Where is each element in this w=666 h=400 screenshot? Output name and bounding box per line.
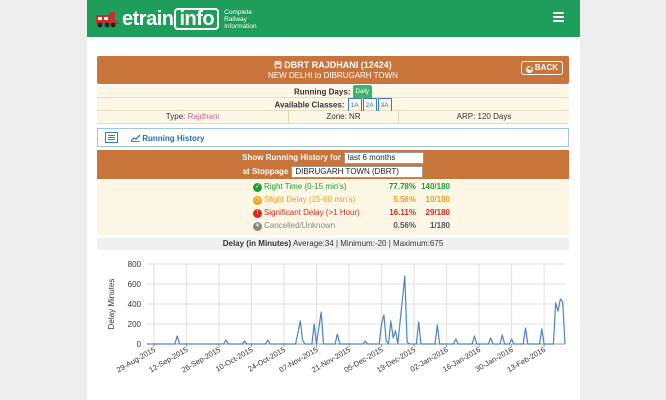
y-tick-label: 600	[128, 280, 142, 289]
delay-line-chart: 0200400600800Delay Minutes29-Aug-201512-…	[107, 260, 566, 374]
back-button[interactable]: ◀ BACK	[520, 61, 563, 75]
stat-slight-delay: ◷ Slight Delay (15-60 min's) 5.56% 10/18…	[253, 195, 450, 205]
train-header: DBRT RAJDHANI (12424) NEW DELHI to DIBRU…	[97, 56, 569, 84]
running-days-label: Running Days:	[293, 87, 351, 97]
type-cell: Type: Rajdhani	[97, 111, 289, 123]
cancel-circle-icon: ×	[253, 222, 262, 231]
logo-text: etrain info	[122, 8, 220, 30]
list-icon[interactable]	[105, 132, 118, 143]
site-logo[interactable]: etrain info Complete Railway Information	[95, 6, 257, 32]
zone-cell: Zone: NR	[289, 111, 399, 123]
running-history-bar: Running History	[97, 128, 569, 147]
stoppage-select[interactable]: DIBRUGARH TOWN (DBRT)	[291, 166, 424, 178]
y-tick-label: 400	[128, 300, 142, 309]
type-link[interactable]: Rajdhani	[188, 112, 220, 121]
stat-cancelled: × Cancelled/Unknown 0.56% 1/180	[253, 221, 553, 233]
page: etrain info Complete Railway Information …	[87, 0, 580, 400]
hamburger-menu-icon[interactable]	[553, 12, 564, 22]
arp-cell: ARP: 120 Days	[456, 112, 512, 121]
y-tick-label: 200	[128, 320, 142, 329]
train-small-icon	[274, 61, 282, 70]
period-select[interactable]: last 6 months	[343, 152, 424, 164]
y-tick-label: 800	[128, 260, 142, 269]
running-days-row: Running Days: Daily	[97, 85, 569, 100]
classes-row: Available Classes: 1A 2A 3A	[97, 98, 569, 113]
classes-label: Available Classes:	[274, 100, 345, 110]
line-chart-icon	[130, 134, 141, 142]
alert-circle-icon: !	[253, 209, 262, 218]
clock-circle-icon: ◷	[253, 196, 262, 205]
top-navbar: etrain info Complete Railway Information	[87, 0, 580, 37]
stoppage-filter: at Stoppage DIBRUGARH TOWN (DBRT)	[97, 166, 569, 178]
logo-tagline: Complete Railway Information	[224, 8, 257, 30]
delay-summary: Delay (in Minutes) Average:34 | Minimum:…	[97, 238, 569, 250]
stat-right-time: ✓ Right Time (0-15 min's) 77.78% 140/180	[253, 182, 450, 192]
train-info-row: Type: Rajdhani Zone: NR ARP: 120 Days	[97, 111, 569, 124]
stat-significant-delay: ! Significant Delay (>1 Hour) 16.11% 29/…	[253, 208, 553, 220]
running-history-link[interactable]: Running History	[130, 134, 204, 143]
y-tick-label: 0	[137, 340, 142, 349]
check-circle-icon: ✓	[253, 183, 262, 192]
train-title: DBRT RAJDHANI (12424)	[97, 60, 569, 70]
period-filter: Show Running History for last 6 months	[97, 152, 569, 164]
train-logo-icon	[96, 12, 120, 28]
train-route: NEW DELHI to DIBRUGARH TOWN	[268, 71, 398, 80]
back-arrow-icon: ◀	[525, 66, 533, 73]
history-filter: Show Running History for last 6 months at…	[97, 150, 569, 179]
punctuality-stats: ✓ Right Time (0-15 min's) 77.78% 140/180…	[97, 179, 569, 235]
delay-series-line	[147, 275, 566, 345]
y-axis-label: Delay Minutes	[107, 279, 116, 330]
